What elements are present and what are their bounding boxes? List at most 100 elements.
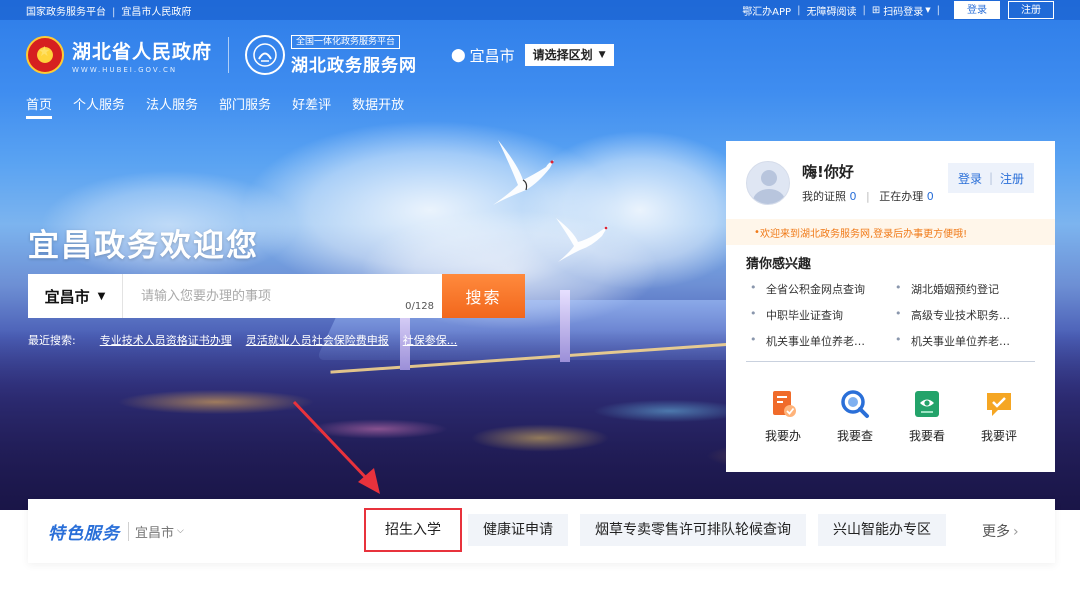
nav-legal-person[interactable]: 法人服务 <box>146 94 198 119</box>
divider: | <box>797 4 801 16</box>
platform-logo[interactable]: 全国一体化政务服务平台 湖北政务服务网 <box>291 34 418 76</box>
feature-city-label: 宜昌市 <box>135 525 175 541</box>
greeting: 嗨!你好 <box>802 163 854 181</box>
interest-item[interactable]: 中职毕业证查询 <box>746 307 891 323</box>
login-notice: 欢迎来到湖北政务服务网,登录后办事更方便哦! <box>726 219 1055 245</box>
accessibility-link[interactable]: 无障碍阅读 <box>806 3 856 18</box>
scan-login-link[interactable]: 扫码登录 <box>883 3 923 18</box>
panel-register-button[interactable]: 注册 <box>1000 170 1024 187</box>
action-query[interactable]: 我要查 <box>824 389 886 444</box>
recent-search-link[interactable]: 灵活就业人员社会保险费申报 <box>246 332 389 348</box>
welcome-title: 宜昌政务欢迎您 <box>28 228 259 264</box>
interest-item[interactable]: 机关事业单位养老… <box>746 333 891 349</box>
chevron-down-icon: ▼ <box>925 6 931 14</box>
red-arrow-icon <box>292 400 380 494</box>
gov-title: 湖北省人民政府 <box>72 40 213 63</box>
app-link[interactable]: 鄂汇办APP <box>742 3 791 18</box>
qr-icon: ⊞ <box>871 4 881 16</box>
apply-doc-icon <box>768 389 798 419</box>
avatar <box>746 161 790 205</box>
user-stats: 我的证照 0 | 正在办理 0 <box>802 188 934 204</box>
search-button[interactable]: 搜索 <box>442 274 525 318</box>
interest-item[interactable]: 全省公积金网点查询 <box>746 281 891 297</box>
city-gov-link[interactable]: 宜昌市人民政府 <box>121 7 191 18</box>
feature-chip-tobacco-license[interactable]: 烟草专卖零售许可排队轮候查询 <box>580 514 806 546</box>
more-link[interactable]: 更多 › <box>982 521 1019 541</box>
region-select-label: 请选择区划 <box>532 48 593 62</box>
platform-logo-icon <box>245 35 286 75</box>
top-register-button[interactable]: 注册 <box>1008 1 1054 19</box>
divider: | <box>988 171 994 185</box>
location: ⬤ 宜昌市 <box>451 45 515 66</box>
interest-item[interactable]: 机关事业单位养老… <box>891 333 1036 349</box>
feature-chip-xingshan[interactable]: 兴山智能办专区 <box>818 514 946 546</box>
location-label: 宜昌市 <box>469 46 515 65</box>
top-utility-bar: 国家政务服务平台 | 宜昌市人民政府 鄂汇办APP | 无障碍阅读 | ⊞ 扫码登录 ▼ |… <box>0 0 1080 20</box>
action-rate[interactable]: 我要评 <box>968 389 1030 444</box>
top-login-button[interactable]: 登录 <box>954 1 1000 19</box>
nav-home[interactable]: 首页 <box>26 94 53 119</box>
nav-evaluation[interactable]: 好差评 <box>292 94 331 119</box>
panel-login-button[interactable]: 登录 <box>958 170 982 187</box>
search-city-select[interactable]: 宜昌市 ▼ <box>28 274 123 318</box>
divider <box>228 37 230 73</box>
divider: | <box>866 190 870 203</box>
site-header: 湖北省人民政府 WWW.HUBEI.GOV.CN 全国一体化政务服务平台 湖北政… <box>0 28 1080 82</box>
action-apply[interactable]: 我要办 <box>752 389 814 444</box>
recent-search-link[interactable]: 专业技术人员资格证书办理 <box>100 332 232 348</box>
action-label: 我要看 <box>908 429 945 443</box>
search-bar: 宜昌市 ▼ 0/128 搜索 <box>28 274 525 318</box>
search-input[interactable] <box>123 274 442 318</box>
feature-chip-health-cert[interactable]: 健康证申请 <box>468 514 568 546</box>
char-counter: 0/128 <box>405 301 434 312</box>
crane-illustration <box>556 218 608 262</box>
interest-item[interactable]: 湖北婚姻预约登记 <box>891 281 1036 297</box>
search-city-label: 宜昌市 <box>44 287 90 306</box>
cert-label[interactable]: 我的证照 <box>802 190 846 203</box>
action-view[interactable]: 我要看 <box>896 389 958 444</box>
quick-actions: 我要办 我要查 我要看 我要评 <box>746 389 1036 444</box>
doing-label[interactable]: 正在办理 <box>879 190 923 203</box>
gov-logo[interactable]: 湖北省人民政府 WWW.HUBEI.GOV.CN <box>72 37 212 74</box>
cert-count[interactable]: 0 <box>850 190 857 203</box>
search-magnifier-icon <box>840 389 870 419</box>
user-panel: 嗨!你好 我的证照 0 | 正在办理 0 登录 | 注册 欢迎来到湖北政务服务网… <box>726 141 1055 472</box>
recent-search-link[interactable]: 社保参保... <box>403 332 458 348</box>
recent-searches: 最近搜索: 专业技术人员资格证书办理 灵活就业人员社会保险费申报 社保参保... <box>28 332 471 348</box>
search-field: 0/128 <box>123 274 442 318</box>
action-label: 我要办 <box>764 429 801 443</box>
crane-illustration <box>493 140 554 205</box>
bridge-tower <box>560 290 570 362</box>
more-label: 更多 <box>982 524 1010 540</box>
user-summary: 嗨!你好 我的证照 0 | 正在办理 0 <box>746 161 934 205</box>
caret-down-icon: ▼ <box>97 290 106 302</box>
nav-personal[interactable]: 个人服务 <box>73 94 125 119</box>
divider: | <box>862 4 866 16</box>
divider: | <box>936 4 940 16</box>
main-nav: 首页 个人服务 法人服务 部门服务 好差评 数据开放 <box>26 94 425 119</box>
view-eye-icon <box>912 389 942 419</box>
feature-title: 特色服务 <box>48 523 120 544</box>
interest-title: 猜你感兴趣 <box>746 257 812 272</box>
interest-list: 全省公积金网点查询 湖北婚姻预约登记 中职毕业证查询 高级专业技术职务… 机关事… <box>746 281 1036 349</box>
nav-open-data[interactable]: 数据开放 <box>352 94 404 119</box>
rate-chat-icon <box>984 389 1014 419</box>
platform-name: 湖北政务服务网 <box>291 55 418 76</box>
doing-count[interactable]: 0 <box>927 190 934 203</box>
location-pin-icon: ⬤ <box>451 47 466 63</box>
caret-down-icon: ▼ <box>598 50 606 60</box>
feature-chip-enrollment[interactable]: 招生入学 <box>364 508 462 552</box>
feature-city-select[interactable]: 宜昌市 ⌵ <box>128 521 184 541</box>
gov-url: WWW.HUBEI.GOV.CN <box>72 65 178 74</box>
interest-item[interactable]: 高级专业技术职务… <box>891 307 1036 323</box>
nav-department[interactable]: 部门服务 <box>219 94 271 119</box>
national-emblem-icon <box>26 36 64 74</box>
region-select[interactable]: 请选择区划 ▼ <box>524 44 614 66</box>
recent-label: 最近搜索: <box>28 334 76 347</box>
action-label: 我要评 <box>980 429 1017 443</box>
chevron-right-icon: › <box>1013 524 1019 540</box>
national-platform-link[interactable]: 国家政务服务平台 <box>26 7 106 18</box>
page: 国家政务服务平台 | 宜昌市人民政府 鄂汇办APP | 无障碍阅读 | ⊞ 扫码登录 ▼ |… <box>0 0 1080 604</box>
platform-emblem-icon <box>253 43 277 67</box>
chevron-down-icon: ⌵ <box>177 526 184 536</box>
